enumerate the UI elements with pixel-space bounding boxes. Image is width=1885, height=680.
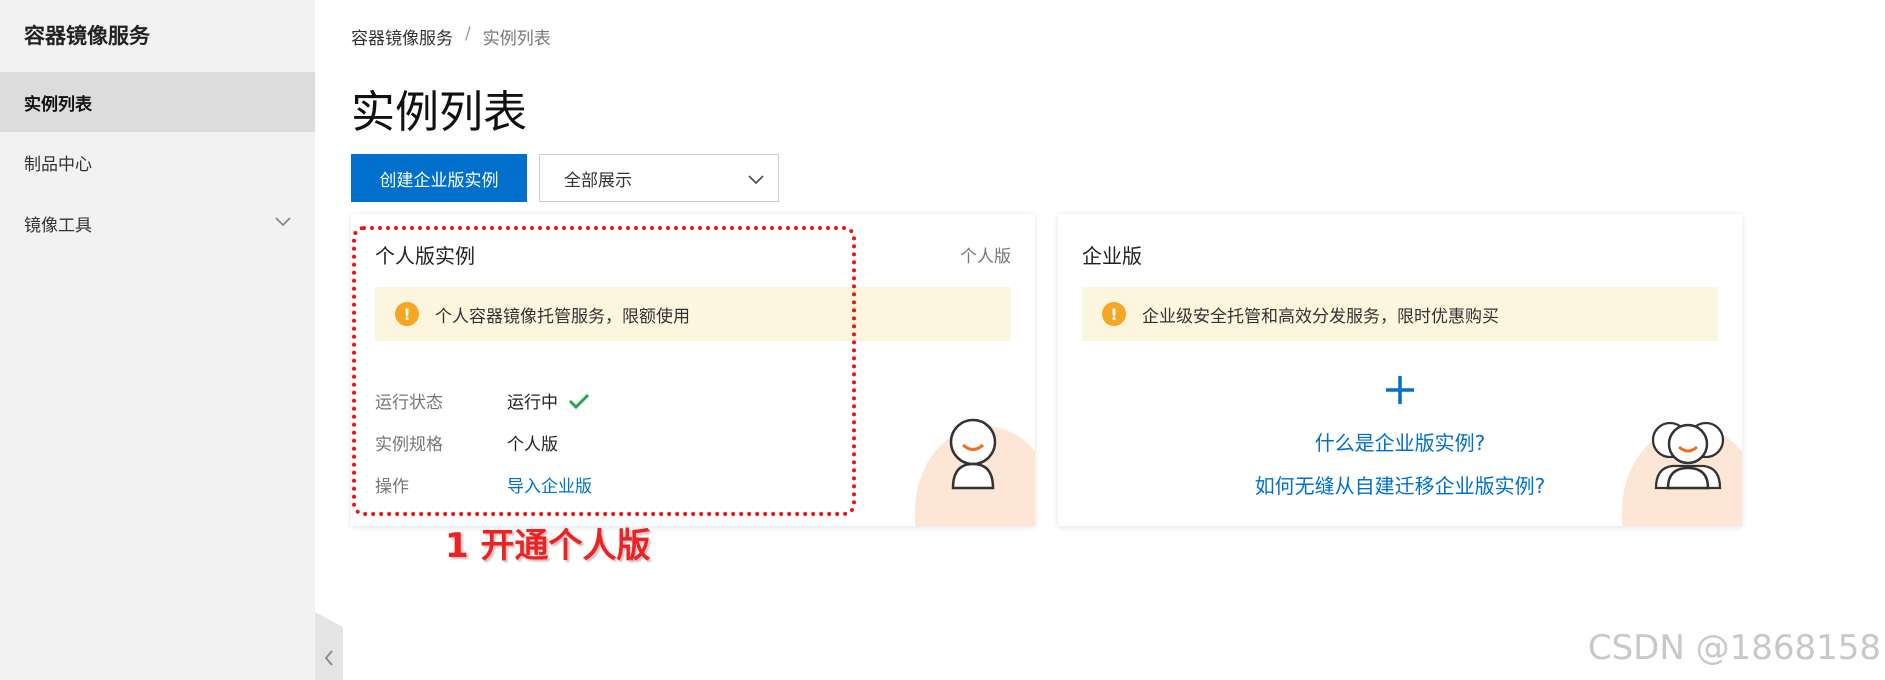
action-row: 操作 导入企业版 [375,472,592,497]
annotation-label: 1 开通个人版 [445,526,651,566]
import-enterprise-link[interactable]: 导入企业版 [507,472,592,497]
plus-icon[interactable] [1058,374,1742,413]
enterprise-notice: ! 企业级安全托管和高效分发服务，限时优惠购买 [1082,287,1718,341]
chevron-left-icon [324,650,333,666]
breadcrumb-root[interactable]: 容器镜像服务 [351,24,453,49]
sidebar-title: 容器镜像服务 [24,24,150,48]
sidebar-item-label: 制品中心 [24,154,92,175]
create-enterprise-instance-button[interactable]: 创建企业版实例 [351,154,527,202]
sidebar: 容器镜像服务 实例列表 制品中心 镜像工具 [0,0,315,680]
warning-icon: ! [1102,302,1126,326]
users-avatar-icon [1651,421,1725,490]
sidebar-item-instance-list[interactable]: 实例列表 [0,72,315,132]
spec-row: 实例规格 个人版 [375,430,558,455]
chevron-down-icon [275,217,291,227]
spec-value: 个人版 [507,435,558,455]
personal-notice-text: 个人容器镜像托管服务，限额使用 [435,306,690,327]
sidebar-item-label: 镜像工具 [24,215,92,236]
chevron-down-icon [748,175,764,185]
display-filter-select[interactable]: 全部展示 [539,154,779,202]
status-label: 运行状态 [375,393,443,413]
enterprise-notice-text: 企业级安全托管和高效分发服务，限时优惠购买 [1142,306,1499,327]
status-value: 运行中 [507,393,558,413]
action-label: 操作 [375,477,409,497]
enterprise-card-title: 企业版 [1082,244,1142,268]
personal-notice: ! 个人容器镜像托管服务，限额使用 [375,287,1011,341]
status-row: 运行状态 运行中 [375,388,590,413]
display-filter-value: 全部展示 [564,170,632,191]
personal-card-title: 个人版实例 [375,244,475,268]
page-title: 实例列表 [351,87,527,138]
enterprise-card: 企业版 ! 企业级安全托管和高效分发服务，限时优惠购买 什么是企业版实例? 如何… [1058,214,1742,526]
breadcrumb-current: 实例列表 [482,29,551,49]
sidebar-item-label: 实例列表 [24,94,92,115]
status-value-wrap: 运行中 [507,388,590,413]
breadcrumb: 容器镜像服务 / 实例列表 [351,24,551,49]
user-avatar-icon [949,418,997,490]
breadcrumb-separator: / [465,24,471,44]
sidebar-item-image-tools[interactable]: 镜像工具 [0,193,315,253]
check-icon [568,393,590,409]
spec-label: 实例规格 [375,435,443,455]
sidebar-collapse-button[interactable] [315,612,343,680]
personal-card-tag: 个人版 [960,247,1011,267]
sidebar-item-artifact-center[interactable]: 制品中心 [0,132,315,192]
personal-instance-card: 个人版实例 个人版 ! 个人容器镜像托管服务，限额使用 运行状态 运行中 实例规… [351,214,1035,526]
watermark: CSDN @1868158 [1587,628,1881,668]
warning-icon: ! [395,302,419,326]
what-is-enterprise-link[interactable]: 什么是企业版实例? [1058,427,1742,456]
